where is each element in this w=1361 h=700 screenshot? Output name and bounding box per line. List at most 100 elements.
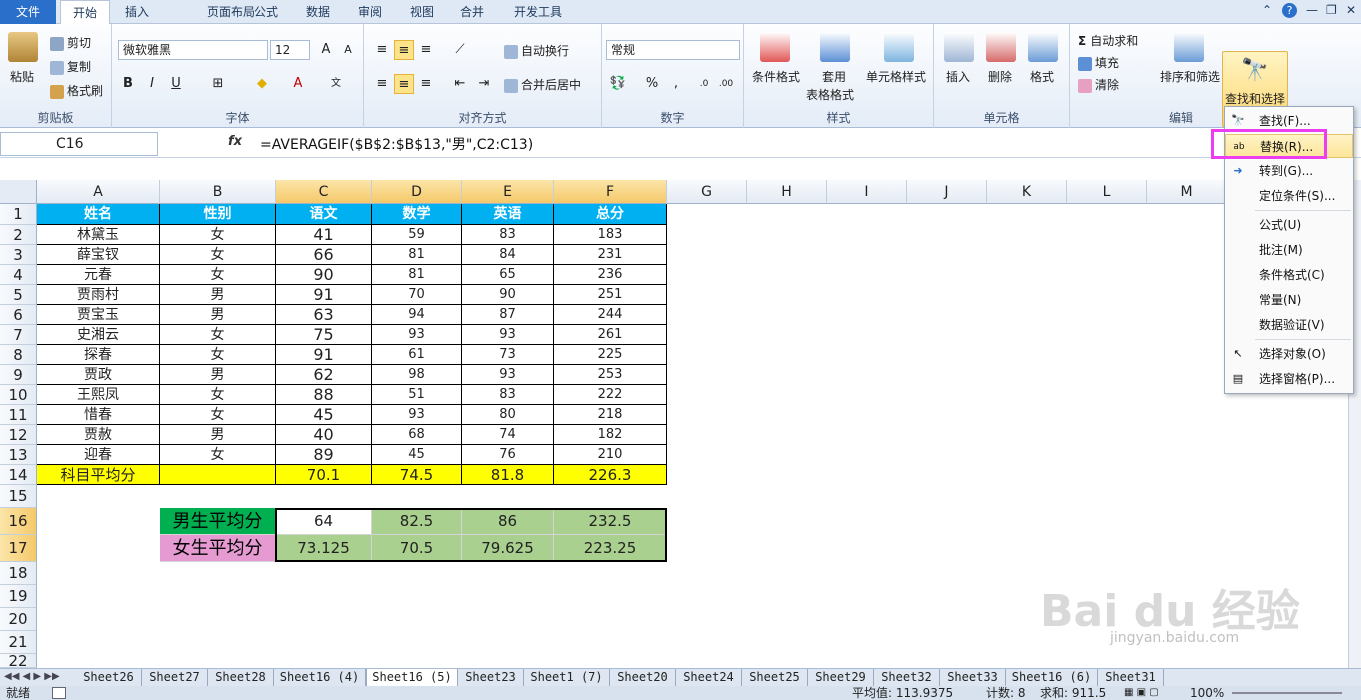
tab-formulas[interactable]: 公式	[246, 0, 286, 24]
row-header[interactable]: 22	[0, 654, 37, 669]
table-cell[interactable]: 贾宝玉	[37, 305, 160, 325]
table-cell[interactable]: 89	[276, 445, 372, 465]
table-cell[interactable]: 62	[276, 365, 372, 385]
indent-increase-icon[interactable]: ⇥	[474, 74, 494, 94]
bold-button[interactable]: B	[118, 74, 138, 94]
paste-button[interactable]: 粘贴	[10, 68, 34, 85]
row-header[interactable]: 7	[0, 325, 37, 345]
format-painter-button[interactable]: 格式刷	[50, 82, 103, 99]
table-cell[interactable]: 45	[276, 405, 372, 425]
autosum-button[interactable]: Σ 自动求和	[1078, 32, 1138, 49]
sheet-tab[interactable]: Sheet27	[142, 669, 208, 686]
table-cell[interactable]: 45	[372, 445, 462, 465]
table-cell[interactable]: 男生平均分	[160, 508, 276, 535]
table-cell[interactable]: 183	[554, 225, 667, 245]
table-cell[interactable]: 226.3	[554, 465, 667, 485]
tab-file[interactable]: 文件	[0, 0, 56, 24]
sheet-tab[interactable]: Sheet25	[742, 669, 808, 686]
table-cell[interactable]: 231	[554, 245, 667, 265]
table-cell[interactable]: 84	[462, 245, 554, 265]
table-cell[interactable]: 93	[462, 325, 554, 345]
copy-button[interactable]: 复制	[50, 58, 91, 75]
cell-styles-icon[interactable]	[884, 32, 914, 62]
row-header[interactable]: 12	[0, 425, 37, 445]
row-header[interactable]: 9	[0, 365, 37, 385]
tab-review[interactable]: 审阅	[350, 0, 390, 24]
sheet-tab[interactable]: Sheet28	[208, 669, 274, 686]
row-header[interactable]: 14	[0, 465, 37, 485]
table-cell[interactable]: 薛宝钗	[37, 245, 160, 265]
tab-view[interactable]: 视图	[402, 0, 442, 24]
table-cell[interactable]: 语文	[276, 204, 372, 225]
table-cell[interactable]: 59	[372, 225, 462, 245]
tab-developer[interactable]: 开发工具	[506, 0, 570, 24]
macro-record-icon[interactable]	[52, 687, 66, 699]
table-cell[interactable]: 61	[372, 345, 462, 365]
table-cell[interactable]: 88	[276, 385, 372, 405]
table-cell[interactable]: 66	[276, 245, 372, 265]
column-header[interactable]: M	[1147, 180, 1227, 204]
menu-select-objects[interactable]: ↖ 选择对象(O)	[1225, 342, 1353, 366]
zoom-level[interactable]: 100%	[1190, 686, 1224, 700]
menu-formulas[interactable]: 公式(U)	[1225, 213, 1353, 237]
select-all-corner[interactable]	[0, 180, 37, 204]
wrap-text-button[interactable]: 自动换行	[504, 42, 569, 59]
table-cell[interactable]: 70.5	[372, 535, 462, 562]
table-cell[interactable]: 女	[160, 225, 276, 245]
table-cell[interactable]: 81	[372, 265, 462, 285]
menu-data-validation[interactable]: 数据验证(V)	[1225, 313, 1353, 337]
table-cell[interactable]: 83	[462, 385, 554, 405]
cell-styles-button[interactable]: 单元格样式	[866, 68, 926, 85]
column-header[interactable]: I	[827, 180, 907, 204]
sort-filter-button[interactable]: 排序和筛选	[1160, 68, 1220, 85]
font-name-select[interactable]: 微软雅黑	[118, 40, 268, 60]
sheet-tab[interactable]: Sheet31	[1098, 669, 1164, 686]
sheet-tab[interactable]: Sheet1 (7)	[524, 669, 610, 686]
border-icon[interactable]: ⊞	[208, 74, 228, 94]
row-header[interactable]: 10	[0, 385, 37, 405]
table-cell[interactable]: 79.625	[462, 535, 554, 562]
menu-conditional-format[interactable]: 条件格式(C)	[1225, 263, 1353, 287]
paste-icon[interactable]	[8, 32, 38, 62]
table-cell[interactable]: 98	[372, 365, 462, 385]
delete-cells-icon[interactable]	[986, 32, 1016, 62]
column-header[interactable]: D	[372, 180, 462, 204]
format-table-button-2[interactable]: 表格格式	[806, 86, 854, 103]
table-cell[interactable]: 236	[554, 265, 667, 285]
sheet-tab[interactable]: Sheet16 (4)	[274, 669, 366, 686]
table-cell[interactable]: 90	[276, 265, 372, 285]
align-middle-icon[interactable]: ≡	[394, 40, 414, 60]
clear-button[interactable]: 清除	[1078, 76, 1119, 93]
sheet-tab[interactable]: Sheet29	[808, 669, 874, 686]
sheet-tab[interactable]: Sheet16 (6)	[1006, 669, 1098, 686]
align-top-icon[interactable]: ≡	[372, 40, 392, 60]
row-header[interactable]: 19	[0, 585, 37, 608]
table-cell[interactable]: 90	[462, 285, 554, 305]
table-cell[interactable]: 76	[462, 445, 554, 465]
table-cell[interactable]: 51	[372, 385, 462, 405]
table-cell[interactable]: 70	[372, 285, 462, 305]
menu-constants[interactable]: 常量(N)	[1225, 288, 1353, 312]
column-header[interactable]: E	[462, 180, 554, 204]
zoom-slider[interactable]	[1232, 692, 1342, 694]
table-cell[interactable]: 数学	[372, 204, 462, 225]
format-cells-button[interactable]: 格式	[1030, 68, 1054, 85]
table-cell[interactable]: 女	[160, 445, 276, 465]
table-cell[interactable]: 林黛玉	[37, 225, 160, 245]
font-color-icon[interactable]: A	[288, 74, 308, 94]
currency-icon[interactable]: 💱	[608, 74, 628, 94]
table-cell[interactable]: 姓名	[37, 204, 160, 225]
column-header[interactable]: C	[276, 180, 372, 204]
table-cell[interactable]: 93	[462, 365, 554, 385]
sheet-tab[interactable]: Sheet24	[676, 669, 742, 686]
tab-insert[interactable]: 插入	[114, 0, 160, 24]
sheet-tab[interactable]: Sheet32	[874, 669, 940, 686]
align-right-icon[interactable]: ≡	[416, 74, 436, 94]
shrink-font-icon[interactable]: A	[338, 40, 358, 60]
row-header[interactable]: 2	[0, 225, 37, 245]
format-cells-icon[interactable]	[1028, 32, 1058, 62]
table-cell[interactable]: 87	[462, 305, 554, 325]
table-cell[interactable]: 男	[160, 365, 276, 385]
row-header[interactable]: 11	[0, 405, 37, 425]
table-cell[interactable]: 男	[160, 285, 276, 305]
